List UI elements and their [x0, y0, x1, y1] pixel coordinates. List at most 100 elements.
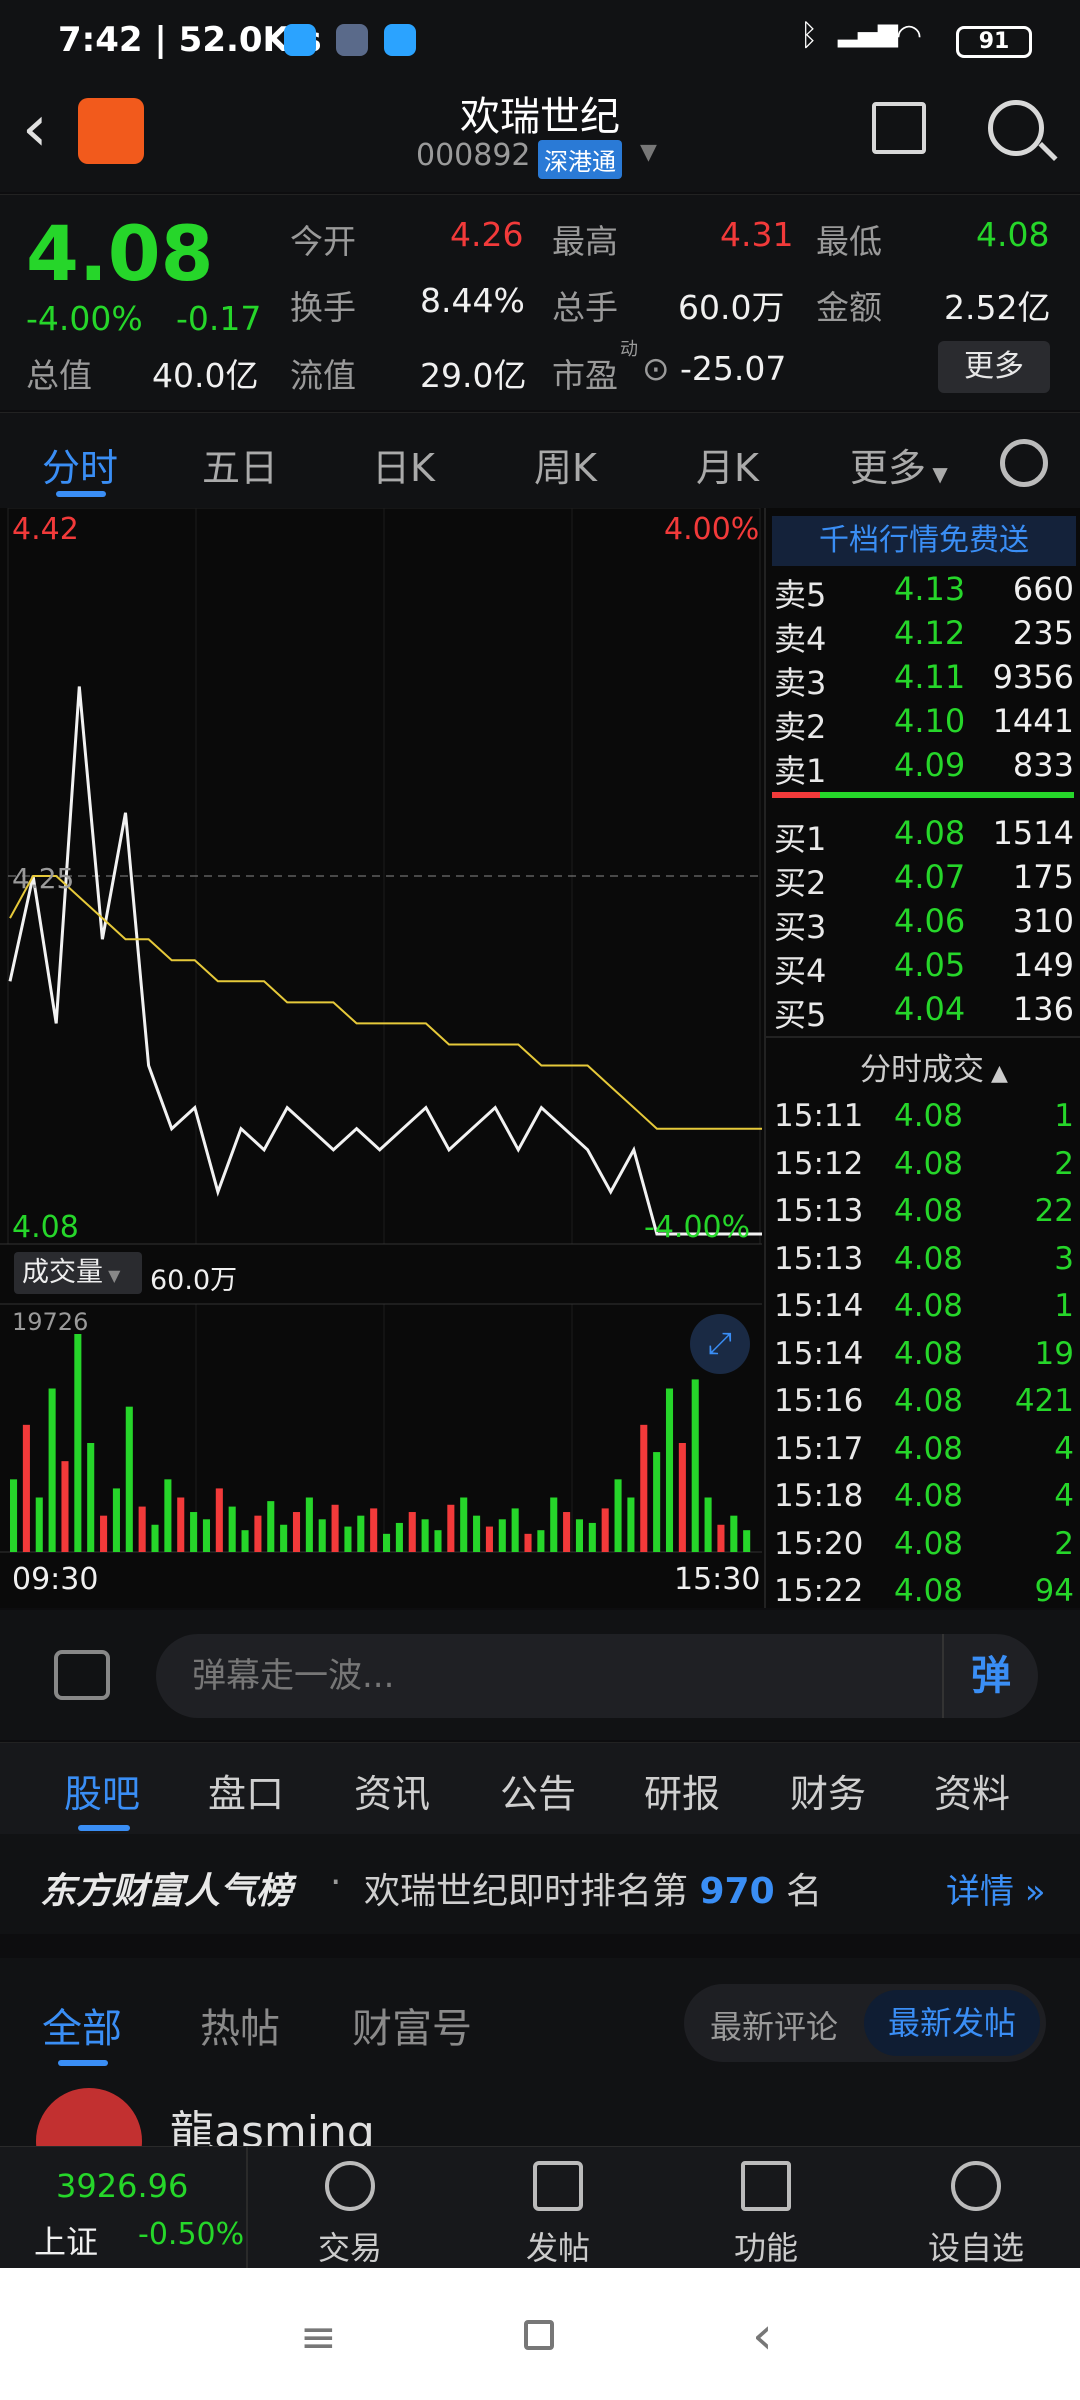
tab-research[interactable]: 研报 [644, 1763, 720, 1818]
trade-time: 15:12 [774, 1145, 864, 1182]
danmaku-input[interactable]: 弹幕走一波... [156, 1634, 1038, 1718]
volume-bar [743, 1530, 751, 1552]
danmaku-send-button[interactable]: 弹 [942, 1634, 1038, 1718]
tab-weekly-k[interactable]: 周K [534, 437, 597, 492]
bid-price: 4.05 [894, 946, 966, 984]
bid-label: 买5 [774, 996, 827, 1034]
trade-volume: 2 [1054, 1145, 1074, 1182]
tab-five-day[interactable]: 五日 [202, 437, 278, 492]
stock-code: 000892 [416, 138, 531, 173]
intraday-chart[interactable]: 4.42 4.00% 4.25 4.08 -4.00% 成交量 ▼ 60.0万 … [0, 507, 764, 1608]
tab-news[interactable]: 资讯 [354, 1763, 430, 1818]
bottom-pct-label: -4.00% [644, 1210, 751, 1245]
volume-bar [498, 1519, 506, 1552]
trade-volume: 4 [1054, 1430, 1074, 1467]
share-icon[interactable] [872, 102, 926, 154]
ask-ratio-bar [772, 792, 820, 798]
popularity-rank[interactable]: 东方财富人气榜 · 欢瑞世纪即时排名第 970 名 详情 » [0, 1834, 1080, 1934]
pe-label: 市盈 [552, 356, 618, 395]
tab-wealth[interactable]: 财富号 [352, 1996, 472, 2054]
trade-row: 15:13 4.08 22 [774, 1193, 1074, 1239]
tab-guba[interactable]: 股吧 [64, 1763, 140, 1818]
tab-finance[interactable]: 财务 [790, 1763, 866, 1818]
post-username[interactable]: 龍asming [170, 2096, 375, 2146]
nav-post[interactable]: 发帖 [498, 2161, 618, 2269]
trade-time: 15:13 [774, 1240, 864, 1277]
gear-icon[interactable] [1000, 439, 1048, 487]
trade-volume: 22 [1034, 1193, 1074, 1229]
bid-row: 买1 4.08 1514 [774, 814, 1074, 858]
info-icon[interactable]: ⊙ [642, 349, 670, 388]
volume-bar [112, 1488, 120, 1552]
volume-bar [318, 1519, 326, 1552]
trade-volume: 2 [1054, 1525, 1074, 1562]
turnover-value: 8.44% [420, 281, 525, 320]
nav-functions[interactable]: 功能 [706, 2161, 826, 2269]
bid-price: 4.06 [894, 902, 966, 940]
bid-volume: 310 [1012, 902, 1074, 940]
trade-time: 15:11 [774, 1098, 864, 1134]
free-depth-banner[interactable]: 千档行情免费送 [772, 516, 1076, 566]
bid-row: 买5 4.04 136 [774, 990, 1074, 1034]
tab-all[interactable]: 全部 [42, 1996, 122, 2054]
menu-icon[interactable]: ≡ [300, 2312, 337, 2363]
mktcap-label: 总值 [26, 356, 92, 395]
volume-bar [563, 1512, 571, 1552]
nav-add-watchlist[interactable]: 设自选 [916, 2161, 1036, 2269]
time-start-label: 09:30 [12, 1562, 99, 1597]
trade-time: 15:22 [774, 1573, 864, 1609]
turnover-label: 换手 [290, 288, 356, 327]
top-pct-label: 4.00% [664, 512, 760, 547]
post-preview[interactable]: 龍asming [0, 2076, 1080, 2146]
trade-volume: 1 [1054, 1098, 1074, 1134]
index-ticker[interactable]: 3926.96 上证 -0.50% [0, 2147, 248, 2269]
sort-latest-comment[interactable]: 最新评论 [710, 2002, 838, 2048]
nav-trade[interactable]: 交易 [290, 2161, 410, 2269]
ask-volume: 9356 [992, 658, 1074, 696]
avatar[interactable] [36, 2088, 142, 2146]
tab-announcements[interactable]: 公告 [500, 1763, 576, 1818]
search-icon[interactable] [988, 100, 1044, 156]
volume-bar [164, 1479, 172, 1552]
back-nav-icon[interactable]: ‹ [752, 2306, 773, 2366]
trade-time: 15:14 [774, 1335, 864, 1372]
ask-label: 卖4 [774, 620, 827, 658]
more-button[interactable]: 更多 [938, 341, 1050, 393]
tab-monthly-k[interactable]: 月K [696, 437, 759, 492]
bid-volume: 149 [1012, 946, 1074, 984]
volume-bar [305, 1497, 313, 1552]
sort-latest-post[interactable]: 最新发帖 [864, 1990, 1040, 2056]
tab-profile[interactable]: 资料 [934, 1763, 1010, 1818]
volume-bar [228, 1506, 236, 1552]
danmaku-toggle-icon[interactable] [54, 1650, 110, 1700]
low-value: 4.08 [976, 215, 1050, 254]
tab-daily-k[interactable]: 日K [372, 437, 435, 492]
volume-bar [665, 1388, 674, 1552]
tab-intraday[interactable]: 分时 [42, 437, 118, 492]
open-label: 今开 [290, 222, 356, 261]
open-value: 4.26 [450, 215, 524, 254]
rank-detail-link[interactable]: 详情 » [946, 1864, 1046, 1913]
trade-time: 15:13 [774, 1193, 864, 1229]
ask-price: 4.12 [894, 614, 966, 652]
tab-more[interactable]: 更多 ▼ [850, 437, 948, 492]
bid-volume: 175 [1012, 858, 1074, 896]
home-icon[interactable] [524, 2320, 554, 2350]
tab-hot[interactable]: 热帖 [200, 1996, 280, 2054]
tab-pankou[interactable]: 盘口 [208, 1763, 284, 1818]
active-tab-indicator [56, 491, 106, 497]
trade-price: 4.08 [894, 1240, 964, 1277]
low-label: 最低 [816, 222, 882, 261]
order-book: 千档行情免费送 卖5 4.13 660 卖4 4.12 235 卖3 4.11 9356 卖2 4.… [764, 508, 1080, 1609]
volume-bar [485, 1526, 493, 1552]
trades-title[interactable]: 分时成交 ▲ [860, 1044, 1008, 1089]
connect-tag[interactable]: 深港通 [538, 140, 622, 179]
volume-selector[interactable]: 成交量 ▼ [14, 1252, 142, 1294]
trade-volume: 94 [1034, 1573, 1074, 1609]
volume-bar [678, 1443, 686, 1552]
chevron-down-icon[interactable]: ▼ [640, 140, 657, 165]
bottom-price-label: 4.08 [12, 1210, 79, 1245]
volume-bar [447, 1504, 455, 1552]
expand-icon[interactable]: ⤢ [690, 1314, 750, 1374]
volume-bar [575, 1519, 584, 1552]
